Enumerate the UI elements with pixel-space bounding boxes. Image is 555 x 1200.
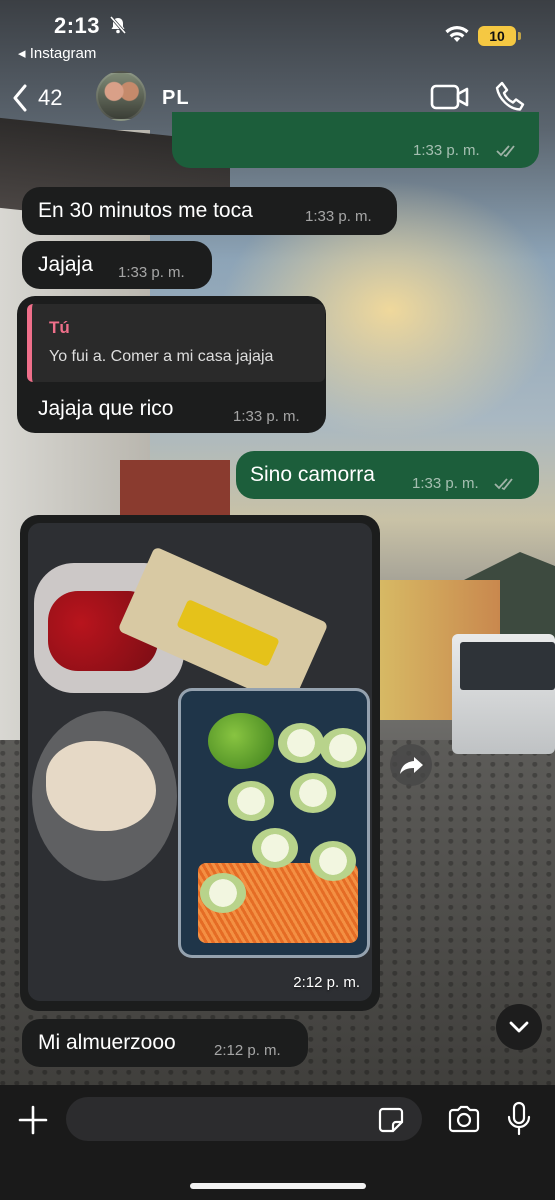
mic-icon[interactable]: [506, 1101, 532, 1137]
back-to-instagram[interactable]: ◂ Instagram: [18, 44, 96, 62]
message-incoming-reply[interactable]: Tú Yo fui a. Comer a mi casa jajaja Jaja…: [17, 296, 326, 433]
cucumber-slice: [278, 723, 324, 763]
message-incoming-photo[interactable]: 2:12 p. m.: [20, 515, 380, 1011]
message-time: 1:33 p. m.: [412, 475, 479, 492]
message-input[interactable]: [66, 1097, 422, 1141]
composer-bar: [0, 1085, 555, 1200]
status-bar: 2:13 ◂ Instagram 10: [0, 0, 555, 70]
chevron-left-icon: [12, 84, 28, 112]
cucumber-slice: [320, 728, 366, 768]
double-check-icon: [496, 144, 518, 158]
cucumber-slice: [252, 828, 298, 868]
sticker-icon[interactable]: [376, 1105, 406, 1135]
plus-icon[interactable]: [16, 1103, 50, 1137]
message-time: 2:12 p. m.: [214, 1042, 281, 1059]
message-text: Mi almuerzooo: [38, 1031, 176, 1054]
cucumber-slice: [200, 873, 246, 913]
share-icon[interactable]: [390, 744, 432, 786]
wifi-icon: [444, 24, 470, 44]
cucumber-slice: [290, 773, 336, 813]
message-incoming[interactable]: En 30 minutos me toca 1:33 p. m.: [22, 187, 397, 235]
reply-author: Tú: [49, 318, 70, 337]
bell-off-icon: [108, 15, 128, 35]
double-check-icon: [494, 477, 516, 491]
cucumber-slice: [228, 781, 274, 821]
camera-icon[interactable]: [446, 1104, 482, 1134]
message-incoming[interactable]: Jajaja 1:33 p. m.: [22, 241, 212, 289]
message-text: En 30 minutos me toca: [38, 199, 253, 222]
home-indicator[interactable]: [190, 1183, 366, 1189]
message-time: 2:12 p. m.: [293, 974, 360, 991]
wallpaper-truck-window: [460, 642, 555, 690]
message-incoming[interactable]: Mi almuerzooo 2:12 p. m.: [22, 1019, 308, 1067]
message-outgoing[interactable]: 1:33 p. m.: [172, 112, 539, 168]
unread-count: 42: [38, 85, 63, 110]
phone-icon[interactable]: [494, 80, 528, 114]
contact-name[interactable]: PL: [162, 87, 190, 110]
message-text: Jajaja: [38, 253, 93, 276]
reply-quote[interactable]: Tú Yo fui a. Comer a mi casa jajaja: [27, 304, 325, 382]
message-time: 1:33 p. m.: [118, 264, 185, 281]
cucumber-slice: [310, 841, 356, 881]
message-text: Sino camorra: [250, 463, 375, 486]
message-time: 1:33 p. m.: [305, 208, 372, 225]
message-time: 1:33 p. m.: [233, 408, 300, 425]
avatar[interactable]: [96, 71, 146, 121]
back-button[interactable]: 42: [10, 78, 90, 118]
message-text: Jajaja que rico: [38, 397, 174, 420]
chevron-down-icon[interactable]: [496, 1004, 542, 1050]
food-photo[interactable]: 2:12 p. m.: [28, 523, 372, 1001]
message-time: 1:33 p. m.: [413, 142, 480, 159]
status-time: 2:13: [54, 13, 101, 38]
lime: [208, 713, 274, 769]
reply-text: Yo fui a. Comer a mi casa jajaja: [49, 348, 274, 365]
battery-indicator: 10: [478, 26, 521, 46]
video-icon[interactable]: [430, 82, 470, 112]
message-outgoing[interactable]: Sino camorra 1:33 p. m.: [236, 451, 539, 499]
